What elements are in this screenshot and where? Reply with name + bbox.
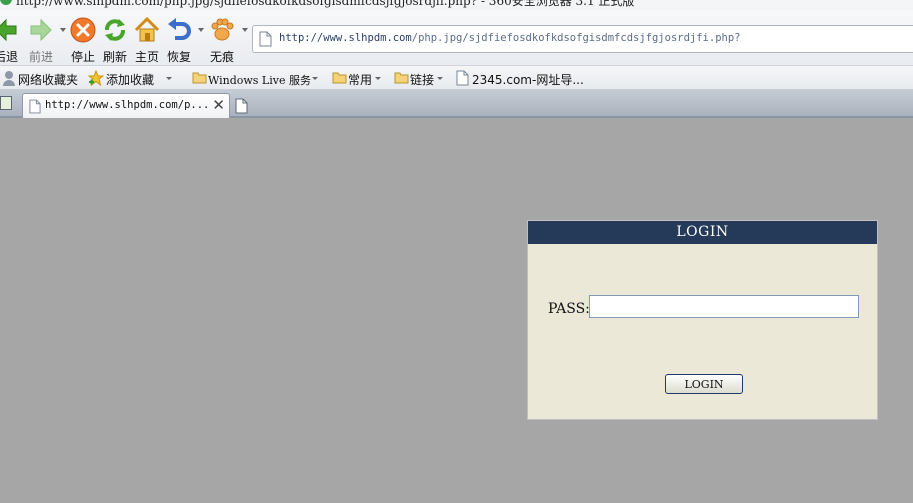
sidebar-toggle-icon[interactable] — [0, 96, 12, 110]
window-title: http://www.slhpdm.com/php.jpg/sjdfiefosd… — [16, 0, 635, 8]
home-icon — [134, 16, 160, 42]
fav-dropdown-icon — [312, 77, 318, 80]
incognito-dropdown-icon[interactable] — [242, 28, 248, 32]
fav-folder-common[interactable]: 常用 — [332, 70, 384, 87]
window-titlebar: http://www.slhpdm.com/php.jpg/sjdfiefosd… — [0, 0, 913, 10]
incognito-label: 无痕 — [209, 50, 234, 64]
folder-icon — [332, 72, 347, 84]
home-button[interactable]: 主页 — [132, 14, 162, 64]
fav-folder-links[interactable]: 链接 — [394, 70, 446, 87]
tab-title: http://www.slhpdm.com/p... — [45, 99, 210, 111]
fav-item-label: 2345.com-网址导... — [472, 73, 584, 87]
fav-item-label: 常用 — [348, 73, 373, 87]
login-header: LOGIN — [528, 221, 877, 244]
restore-button[interactable]: 恢复 — [164, 14, 194, 64]
login-button[interactable]: LOGIN — [665, 374, 743, 394]
user-icon — [3, 71, 15, 86]
forward-label: 前进 — [28, 50, 53, 64]
add-favorite-label: 添加收藏 — [106, 73, 155, 87]
fav-item-label: 链接 — [410, 73, 435, 87]
new-tab-icon[interactable] — [235, 98, 248, 114]
restore-dropdown-icon[interactable] — [198, 28, 204, 32]
address-url[interactable]: http://www.slhpdm.com/php.jpg/sjdfiefosd… — [279, 32, 741, 44]
back-arrow-icon — [0, 18, 17, 42]
fav-link-2345[interactable]: 2345.com-网址导... — [456, 70, 586, 87]
restore-label: 恢复 — [166, 50, 191, 64]
back-button[interactable]: 后退 — [0, 14, 22, 64]
browser-logo-icon — [0, 0, 12, 5]
back-label: 后退 — [0, 50, 19, 64]
browser-toolbar: 后退 前进 停止 刷新 主页 恢复 无痕 http://www.slhpdm.c… — [0, 10, 913, 66]
fav-dropdown-icon — [437, 77, 443, 80]
url-host: http://www.slhpdm.com — [279, 32, 412, 44]
page-icon — [456, 70, 469, 86]
fav-item-label: Windows Live 服务 — [208, 74, 311, 87]
add-favorite-button[interactable]: 添加收藏 — [88, 70, 178, 87]
close-tab-icon[interactable]: ✕ — [212, 97, 225, 113]
paw-icon — [211, 18, 234, 41]
fav-folder-windows-live[interactable]: Windows Live 服务 — [192, 70, 322, 87]
url-path: /php.jpg/sjdfiefosdkofkdsofgisdmfcdsjfgj… — [411, 32, 741, 44]
forward-dropdown-icon[interactable] — [60, 28, 66, 32]
refresh-icon — [105, 19, 125, 41]
password-input[interactable] — [589, 295, 859, 318]
star-add-icon — [88, 70, 104, 86]
refresh-button[interactable]: 刷新 — [100, 14, 130, 64]
stop-label: 停止 — [70, 50, 95, 64]
tab-bar: http://www.slhpdm.com/p... ✕ — [0, 90, 913, 118]
forward-button[interactable]: 前进 — [26, 14, 56, 64]
favorites-label: 网络收藏夹 — [18, 73, 79, 87]
folder-icon — [394, 72, 409, 84]
refresh-label: 刷新 — [102, 50, 127, 64]
page-icon — [259, 31, 272, 47]
tab-active[interactable]: http://www.slhpdm.com/p... ✕ — [22, 93, 230, 118]
pass-label: PASS: — [548, 301, 590, 317]
favorites-bar: 网络收藏夹 添加收藏 Windows Live 服务 常用 链接 2345.co… — [0, 66, 913, 90]
incognito-button[interactable]: 无痕 — [206, 14, 238, 64]
undo-icon — [168, 18, 191, 40]
stop-icon — [70, 17, 96, 43]
add-favorite-dropdown-icon[interactable] — [166, 77, 172, 80]
folder-icon — [192, 72, 207, 84]
home-label: 主页 — [134, 50, 159, 64]
fav-dropdown-icon — [375, 77, 381, 80]
login-panel: LOGIN PASS: LOGIN — [527, 220, 878, 420]
forward-arrow-icon — [30, 18, 52, 42]
page-icon — [29, 99, 41, 114]
favorites-button[interactable]: 网络收藏夹 — [2, 70, 82, 87]
address-bar[interactable]: http://www.slhpdm.com/php.jpg/sjdfiefosd… — [252, 25, 913, 53]
stop-button[interactable]: 停止 — [68, 14, 98, 64]
